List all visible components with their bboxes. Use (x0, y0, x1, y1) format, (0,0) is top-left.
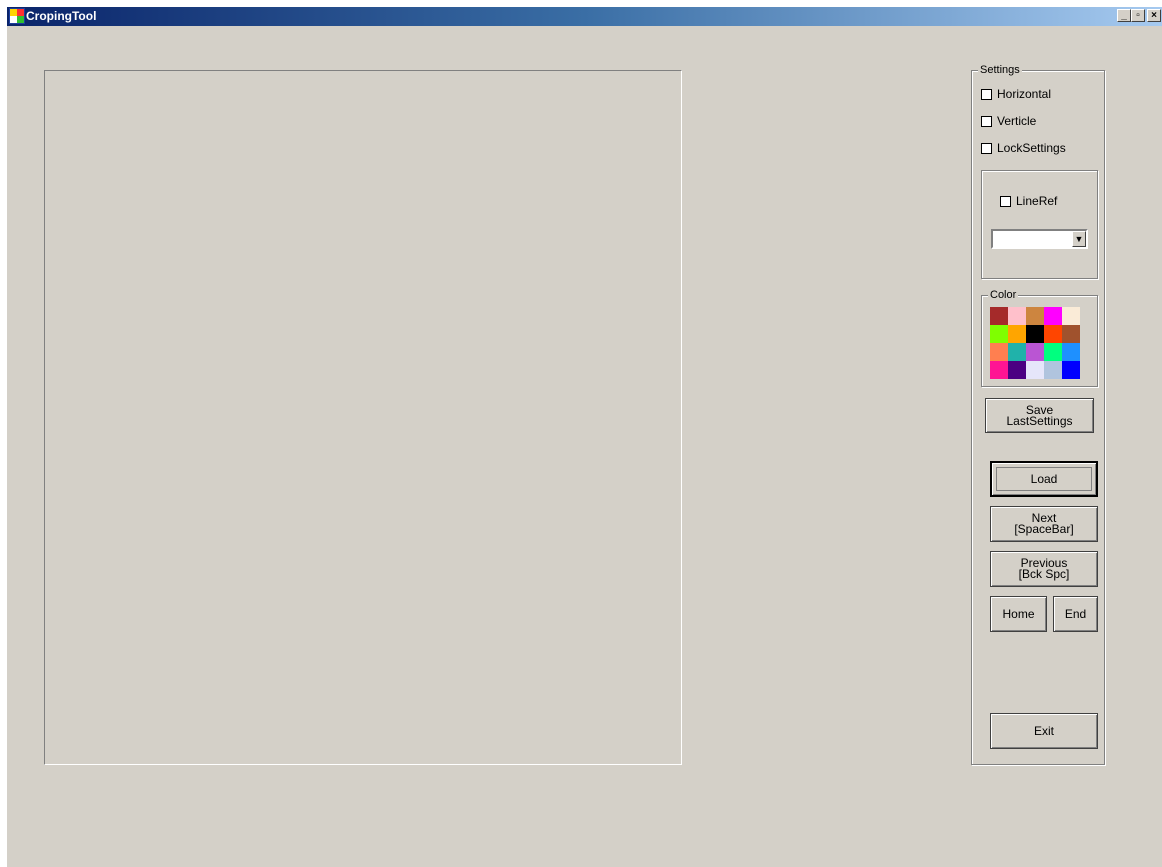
color-swatch[interactable] (1026, 343, 1044, 361)
checkbox-box[interactable] (1000, 196, 1011, 207)
color-group: Color (981, 289, 1098, 387)
focus-rectangle (996, 467, 1092, 491)
checkbox-box[interactable] (981, 89, 992, 100)
maximize-button[interactable]: ▫ (1131, 9, 1145, 22)
app-window: CropingTool _ ▫ × Settings Horizontal Ve… (7, 7, 1162, 867)
window-title: CropingTool (26, 9, 97, 23)
color-swatch[interactable] (1044, 361, 1062, 379)
lineref-group: LineRef ▼ (981, 170, 1098, 279)
color-swatch[interactable] (990, 361, 1008, 379)
color-swatch[interactable] (990, 307, 1008, 325)
save-last-settings-button[interactable]: Save LastSettings (985, 398, 1094, 433)
restore-icon: ▫ (1136, 10, 1140, 21)
minimize-button[interactable]: _ (1117, 9, 1131, 22)
color-swatch[interactable] (1026, 325, 1044, 343)
color-swatch[interactable] (1044, 307, 1062, 325)
chevron-down-icon[interactable]: ▼ (1072, 231, 1086, 247)
color-swatch[interactable] (990, 343, 1008, 361)
end-button[interactable]: End (1053, 596, 1098, 632)
color-swatch[interactable] (1008, 307, 1026, 325)
color-swatch[interactable] (1062, 325, 1080, 343)
close-icon: × (1151, 10, 1157, 21)
close-button[interactable]: × (1147, 9, 1161, 22)
color-swatch[interactable] (1026, 307, 1044, 325)
lineref-dropdown[interactable]: ▼ (991, 229, 1088, 249)
color-swatch[interactable] (1008, 343, 1026, 361)
checkbox-box[interactable] (981, 116, 992, 127)
settings-group: Settings Horizontal Verticle LockSetting… (971, 64, 1105, 765)
settings-legend: Settings (978, 64, 1022, 76)
next-button[interactable]: Next [SpaceBar] (990, 506, 1098, 542)
color-swatch[interactable] (1008, 325, 1026, 343)
color-swatch[interactable] (990, 325, 1008, 343)
color-swatch[interactable] (1062, 361, 1080, 379)
lineref-label: LineRef (1016, 194, 1058, 208)
app-icon (9, 8, 25, 24)
color-swatch[interactable] (1044, 325, 1062, 343)
color-swatch[interactable] (1062, 307, 1080, 325)
load-button[interactable]: Load (990, 461, 1098, 497)
color-swatch[interactable] (1008, 361, 1026, 379)
color-swatch[interactable] (1044, 343, 1062, 361)
color-swatch[interactable] (1062, 343, 1080, 361)
verticle-label: Verticle (997, 114, 1037, 128)
image-canvas[interactable] (44, 70, 682, 765)
horizontal-label: Horizontal (997, 87, 1052, 101)
checkbox-box[interactable] (981, 143, 992, 154)
title-bar[interactable]: CropingTool _ ▫ × (7, 7, 1162, 26)
exit-button[interactable]: Exit (990, 713, 1098, 749)
minimize-icon: _ (1121, 10, 1127, 21)
color-legend: Color (988, 289, 1019, 301)
home-button[interactable]: Home (990, 596, 1047, 632)
previous-button[interactable]: Previous [Bck Spc] (990, 551, 1098, 587)
lock-settings-label: LockSettings (997, 141, 1066, 155)
color-swatch[interactable] (1026, 361, 1044, 379)
